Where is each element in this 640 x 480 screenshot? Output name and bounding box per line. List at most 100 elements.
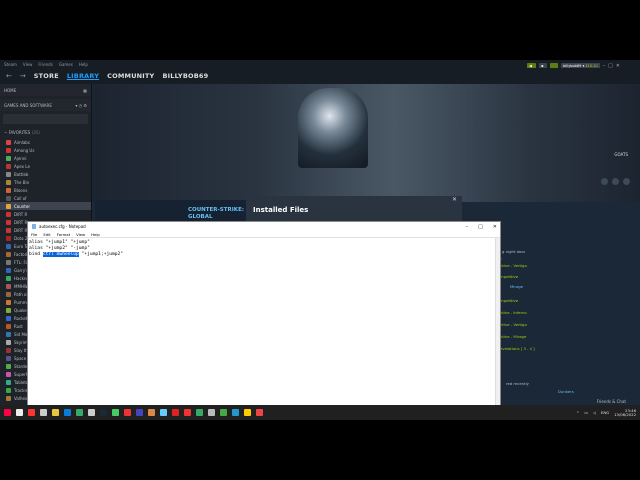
taskbar-app-icon[interactable] xyxy=(196,409,203,416)
game-icon xyxy=(6,171,11,177)
sidebar-game-item[interactable]: Bloons xyxy=(0,186,91,194)
taskbar-app-icon[interactable] xyxy=(76,409,83,416)
game-icon xyxy=(6,387,11,393)
dialog-close-icon[interactable]: ✕ xyxy=(452,196,457,203)
text-selection: ctrl mwheelup xyxy=(42,252,79,257)
taskbar-app-icon[interactable] xyxy=(148,409,155,416)
taskbar-app-icon[interactable] xyxy=(52,409,59,416)
notepad-vertical-scrollbar[interactable] xyxy=(495,238,500,420)
game-label: Slay th xyxy=(14,347,28,353)
sidebar-game-item[interactable]: The Bin xyxy=(0,178,91,186)
windows-taskbar: ^ ▭ ◁ ENG 23:46 13/06/2022 xyxy=(0,405,640,420)
taskbar-app-icon[interactable] xyxy=(208,409,215,416)
taskbar-apps xyxy=(0,409,263,416)
activity-item: g night door xyxy=(502,249,526,254)
taskbar-app-icon[interactable] xyxy=(136,409,143,416)
game-icon xyxy=(6,307,11,313)
taskbar-app-icon[interactable] xyxy=(172,409,179,416)
nav-profile[interactable]: BILLYBOB69 xyxy=(162,72,208,80)
sidebar-game-item[interactable]: Among Us xyxy=(0,146,91,154)
game-icon xyxy=(6,331,11,337)
taskbar-app-icon[interactable] xyxy=(184,409,191,416)
sidebar-game-item[interactable]: Counter xyxy=(0,202,91,210)
sidebar-home[interactable]: HOME ▦ xyxy=(0,84,91,96)
taskbar-app-icon[interactable] xyxy=(88,409,95,416)
game-icon xyxy=(6,267,11,273)
nav-store[interactable]: STORE xyxy=(34,72,59,80)
notepad-menubar: File Edit Format View Help xyxy=(28,231,500,238)
taskbar-app-icon[interactable] xyxy=(160,409,167,416)
taskbar-app-icon[interactable] xyxy=(40,409,47,416)
activity-item: ntive - Mirage xyxy=(500,334,527,339)
taskbar-app-icon[interactable] xyxy=(124,409,131,416)
nav-library[interactable]: LIBRARY xyxy=(67,72,99,80)
notepad-titlebar[interactable]: autoexec.cfg - Notepad – □ ✕ xyxy=(28,222,500,231)
np-menu-edit[interactable]: Edit xyxy=(43,232,50,237)
notepad-maximize-icon[interactable]: □ xyxy=(478,224,483,230)
sidebar-search-input[interactable] xyxy=(3,114,88,124)
notepad-close-icon[interactable]: ✕ xyxy=(493,224,497,230)
taskbar-app-icon[interactable] xyxy=(100,409,107,416)
taskbar-app-icon[interactable] xyxy=(28,409,35,416)
taskbar-app-icon[interactable] xyxy=(244,409,251,416)
network-icon[interactable]: ▭ xyxy=(584,410,588,415)
np-menu-help[interactable]: Help xyxy=(91,232,100,237)
np-menu-file[interactable]: File xyxy=(31,232,37,237)
menu-games[interactable]: Games xyxy=(59,62,73,67)
sidebar-game-item[interactable]: Apex Le xyxy=(0,162,91,170)
notepad-textarea[interactable]: alias "+jump1" "+jump" alias "+jump2" "-j… xyxy=(28,238,500,260)
taskbar-app-icon[interactable] xyxy=(256,409,263,416)
sidebar-filter[interactable]: GAMES AND SOFTWARE ▾ ◷ ⚙ xyxy=(0,99,91,111)
friends-chat-button[interactable]: Friends & Chat xyxy=(597,399,626,404)
favorites-header[interactable]: − FAVORITES (35) xyxy=(0,127,91,138)
np-menu-view[interactable]: View xyxy=(76,232,85,237)
game-icon xyxy=(6,147,11,153)
tray-chevron-icon[interactable]: ^ xyxy=(576,410,579,415)
taskbar-app-icon[interactable] xyxy=(16,409,23,416)
game-label: Path of xyxy=(14,291,28,297)
screen-icon[interactable] xyxy=(623,178,630,185)
clock[interactable]: 23:46 13/06/2022 xyxy=(614,408,636,417)
sidebar-game-item[interactable]: Battleb xyxy=(0,170,91,178)
taskbar-app-icon[interactable] xyxy=(232,409,239,416)
game-icon xyxy=(6,163,11,169)
sidebar-game-item[interactable]: Ajenni xyxy=(0,154,91,162)
sidebar-game-item[interactable]: DIRT R xyxy=(0,210,91,218)
nav-community[interactable]: COMMUNITY xyxy=(107,72,154,80)
sidebar-game-item[interactable]: Call of xyxy=(0,194,91,202)
menu-help[interactable]: Help xyxy=(79,62,88,67)
game-label: Euro Tr xyxy=(14,243,28,249)
game-icon xyxy=(6,379,11,385)
favorites-count: (35) xyxy=(31,130,40,135)
volume-icon[interactable]: ◁ xyxy=(593,410,596,415)
system-tray: ^ ▭ ◁ ENG 23:46 13/06/2022 xyxy=(576,405,636,420)
friends-icon[interactable] xyxy=(601,178,608,185)
activity-item: mpetitive xyxy=(500,298,519,303)
taskbar-app-icon[interactable] xyxy=(220,409,227,416)
activity-item: evelations [ 3 . 4 ] xyxy=(500,346,535,351)
menu-steam[interactable]: Steam xyxy=(4,62,17,67)
controller-icon[interactable] xyxy=(612,178,619,185)
start-icon[interactable] xyxy=(4,409,11,416)
game-label: DIRT R xyxy=(14,227,28,233)
notepad-window: autoexec.cfg - Notepad – □ ✕ File Edit F… xyxy=(27,221,501,420)
notepad-minimize-icon[interactable]: – xyxy=(466,224,469,230)
game-label: Battleb xyxy=(14,171,29,177)
back-arrow-icon[interactable]: ← xyxy=(6,72,12,80)
grid-icon[interactable]: ▦ xyxy=(83,88,87,93)
taskbar-app-icon[interactable] xyxy=(64,409,71,416)
menu-friends[interactable]: Friends xyxy=(38,62,52,67)
game-label: DIRT R xyxy=(14,211,28,217)
game-icon xyxy=(6,219,11,225)
language-indicator[interactable]: ENG xyxy=(601,410,609,415)
menu-view[interactable]: View xyxy=(23,62,33,67)
filter-label: GAMES AND SOFTWARE xyxy=(4,102,52,108)
sidebar-game-item[interactable]: Aimlabs xyxy=(0,138,91,146)
game-icon xyxy=(6,203,11,209)
taskbar-app-icon[interactable] xyxy=(112,409,119,416)
forward-arrow-icon[interactable]: → xyxy=(20,72,26,80)
text-line-3: bind ctrl mwheelup "+jump1;+jump2" xyxy=(29,252,499,258)
game-icon xyxy=(6,195,11,201)
game-label: Dota 2 xyxy=(14,235,28,241)
np-menu-format[interactable]: Format xyxy=(57,232,70,237)
